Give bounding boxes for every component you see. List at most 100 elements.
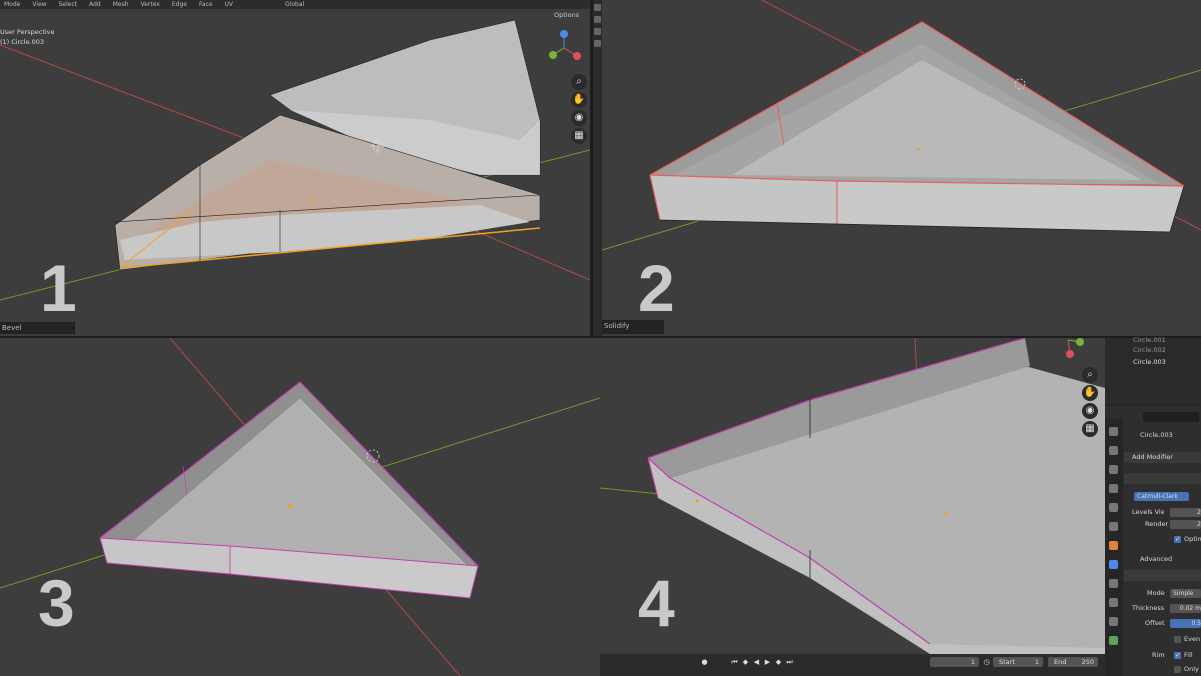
optimal-display-row: ✓ Optimal Display: [1124, 534, 1201, 545]
axis-gizmo-icon: [549, 30, 581, 60]
view-label: User Perspective: [0, 28, 55, 36]
properties-search-input[interactable]: [1143, 412, 1199, 422]
levels-viewport-field[interactable]: 2: [1170, 508, 1201, 517]
outliner-item-circle-003[interactable]: Circle.003: [1133, 358, 1166, 366]
play-icon[interactable]: ▶: [763, 657, 772, 667]
menu-add[interactable]: Add: [89, 1, 101, 8]
offset-field[interactable]: 0.5: [1170, 619, 1201, 628]
even-thickness-row: Even Thickness: [1124, 634, 1201, 645]
header-menu-bar: Mode View Select Add Mesh Vertex Edge Fa…: [0, 0, 590, 9]
last-operator-panel[interactable]: Bevel: [0, 322, 75, 334]
subsurf-type-catmull-clark[interactable]: Catmull-Clark: [1134, 492, 1189, 501]
current-frame-field[interactable]: 1: [930, 657, 979, 667]
end-label: End: [1054, 658, 1067, 666]
data-tab-icon[interactable]: [1109, 636, 1118, 645]
thickness-field[interactable]: 0.02 m: [1170, 604, 1201, 613]
outliner-item-circle-002[interactable]: Circle.002: [1133, 346, 1166, 354]
viewport-1-scene: [0, 19, 590, 301]
fill-label: Fill: [1184, 651, 1193, 659]
view-layer-tab-icon[interactable]: [1109, 484, 1118, 493]
scene-tab-icon[interactable]: [1109, 503, 1118, 512]
menu-mesh[interactable]: Mesh: [113, 1, 129, 8]
grid-toggle-icon[interactable]: ▦: [571, 128, 587, 144]
object-name-row: Circle.003: [1124, 430, 1201, 441]
grid-toggle-icon[interactable]: ▦: [1082, 421, 1098, 437]
nav-gizmo[interactable]: [1048, 338, 1088, 364]
timeline-bar: ● ⏮ ◆ ◀ ▶ ◆ ⏭ 1 ◷ Start 1 End 250: [600, 654, 1105, 676]
start-value: 1: [1034, 658, 1039, 666]
tool-tab-icon[interactable]: [1109, 427, 1118, 436]
viewport-panel-2[interactable]: 2 Solidify: [602, 0, 1201, 336]
menu-mode[interactable]: Mode: [4, 1, 20, 8]
tool-icon[interactable]: [594, 40, 601, 47]
menu-uv[interactable]: UV: [225, 1, 234, 8]
mode-dropdown[interactable]: Simple: [1170, 589, 1201, 598]
optimal-display-label: Optimal Display: [1184, 535, 1201, 543]
camera-icon[interactable]: ◉: [1082, 403, 1098, 419]
menu-select[interactable]: Select: [59, 1, 78, 8]
even-thickness-label: Even Thickness: [1184, 635, 1201, 643]
solidify-header[interactable]: [1124, 570, 1201, 581]
play-reverse-icon[interactable]: ◀: [752, 657, 761, 667]
viewport-panel-1[interactable]: Mode View Select Add Mesh Vertex Edge Fa…: [0, 0, 590, 336]
menu-face[interactable]: Face: [199, 1, 213, 8]
object-tab-icon[interactable]: [1109, 541, 1118, 550]
offset-row: Offset 0.5: [1124, 618, 1201, 629]
render-tab-icon[interactable]: [1109, 446, 1118, 455]
options-button[interactable]: Options: [554, 11, 579, 19]
end-frame-field[interactable]: End 250: [1048, 657, 1098, 667]
next-key-icon[interactable]: ◆: [774, 657, 783, 667]
world-tab-icon[interactable]: [1109, 522, 1118, 531]
tool-icon[interactable]: [594, 28, 601, 35]
modifier-wrench-icon[interactable]: [1109, 560, 1118, 569]
clock-icon[interactable]: ◷: [982, 657, 991, 667]
properties-tab-strip: [1105, 418, 1123, 676]
zoom-icon[interactable]: ⌕: [571, 74, 587, 90]
only-rim-row: Only Rim: [1124, 664, 1201, 675]
render-levels-row: Render 2: [1124, 519, 1201, 530]
menu-view[interactable]: View: [32, 1, 46, 8]
toolbar-strip: [593, 0, 602, 336]
levels-viewport-label: Levels Viewport: [1132, 508, 1164, 516]
advanced-subpanel[interactable]: Advanced: [1124, 554, 1201, 565]
viewport-3-scene: [0, 338, 600, 676]
solidify-mode-row: Mode Simple: [1124, 588, 1201, 599]
add-modifier-button[interactable]: Add Modifier: [1124, 452, 1201, 463]
tool-icon[interactable]: [594, 16, 601, 23]
jump-end-icon[interactable]: ⏭: [785, 657, 794, 667]
jump-start-icon[interactable]: ⏮: [730, 657, 739, 667]
rim-label: Rim: [1152, 651, 1165, 659]
nav-gizmo[interactable]: [545, 30, 583, 66]
camera-icon[interactable]: ◉: [571, 110, 587, 126]
even-thickness-checkbox[interactable]: [1174, 636, 1181, 643]
menu-edge[interactable]: Edge: [172, 1, 187, 8]
viewport-panel-3[interactable]: 3: [0, 338, 600, 676]
zoom-icon[interactable]: ⌕: [1082, 367, 1098, 383]
advanced-label: Advanced: [1140, 555, 1173, 563]
offset-label: Offset: [1145, 619, 1165, 627]
start-frame-field[interactable]: Start 1: [993, 657, 1043, 667]
fill-rim-checkbox[interactable]: ✓: [1174, 652, 1181, 659]
pan-hand-icon[interactable]: ✋: [1082, 385, 1098, 401]
end-value: 250: [1081, 658, 1094, 666]
particles-tab-icon[interactable]: [1109, 579, 1118, 588]
render-levels-field[interactable]: 2: [1170, 520, 1201, 529]
orientation-dropdown[interactable]: Global: [285, 1, 304, 8]
record-icon[interactable]: ●: [700, 657, 709, 667]
menu-vertex[interactable]: Vertex: [141, 1, 160, 8]
viewport-panel-4[interactable]: ⌕ ✋ ◉ ▦ 4: [600, 338, 1105, 654]
thickness-label: Thickness: [1132, 604, 1165, 612]
outliner-panel: Circle.001 Circle.002 Circle.003: [1105, 336, 1201, 404]
outliner-item-circle-001[interactable]: Circle.001: [1133, 336, 1166, 344]
optimal-display-checkbox[interactable]: ✓: [1174, 536, 1181, 543]
only-rim-checkbox[interactable]: [1174, 666, 1181, 673]
tool-icon[interactable]: [594, 4, 601, 11]
pan-hand-icon[interactable]: ✋: [571, 92, 587, 108]
output-tab-icon[interactable]: [1109, 465, 1118, 474]
subsurf-header[interactable]: [1124, 473, 1201, 484]
constraints-tab-icon[interactable]: [1109, 617, 1118, 626]
prev-key-icon[interactable]: ◆: [741, 657, 750, 667]
panel-number-3: 3: [38, 566, 75, 640]
last-operator-panel[interactable]: Solidify: [602, 320, 664, 334]
physics-tab-icon[interactable]: [1109, 598, 1118, 607]
